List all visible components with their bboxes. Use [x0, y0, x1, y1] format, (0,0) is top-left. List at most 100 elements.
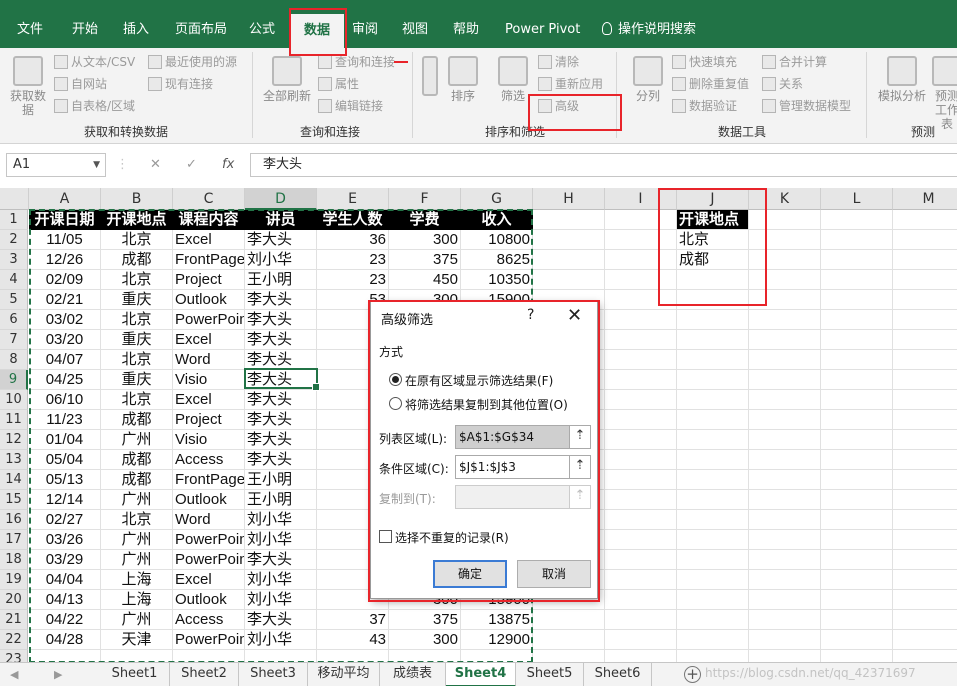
cell[interactable]: [605, 410, 677, 430]
cell[interactable]: 03/29: [29, 550, 101, 570]
tab-file[interactable]: 文件: [17, 12, 43, 48]
row-header[interactable]: 20: [0, 590, 28, 610]
tab-review[interactable]: 审阅: [352, 12, 378, 48]
cell[interactable]: 刘小华: [245, 530, 317, 550]
cell[interactable]: [389, 650, 461, 662]
cell[interactable]: [605, 210, 677, 230]
row-header[interactable]: 4: [0, 270, 28, 290]
row-header[interactable]: 1: [0, 210, 28, 230]
row-header[interactable]: 7: [0, 330, 28, 350]
cell[interactable]: [821, 290, 893, 310]
cell[interactable]: 天津: [101, 630, 173, 650]
cell[interactable]: [605, 250, 677, 270]
from-web-button[interactable]: 自网站: [54, 74, 107, 94]
tab-insert[interactable]: 插入: [123, 12, 149, 48]
cell[interactable]: 成都: [677, 250, 749, 270]
recent-sources-button[interactable]: 最近使用的源: [148, 52, 237, 72]
cell[interactable]: [605, 630, 677, 650]
cell[interactable]: 重庆: [101, 370, 173, 390]
cell[interactable]: [821, 550, 893, 570]
column-header[interactable]: M: [893, 188, 957, 210]
cell[interactable]: Excel: [173, 390, 245, 410]
cell[interactable]: [821, 510, 893, 530]
cell[interactable]: 学费: [389, 210, 461, 230]
cell[interactable]: [749, 210, 821, 230]
cell[interactable]: 收入: [461, 210, 533, 230]
cell[interactable]: Visio: [173, 430, 245, 450]
cell[interactable]: 重庆: [101, 330, 173, 350]
advanced-filter-button[interactable]: 高级: [538, 96, 579, 116]
cell[interactable]: 开课地点: [677, 210, 749, 230]
cell[interactable]: [821, 210, 893, 230]
cell[interactable]: 李大头: [245, 370, 317, 390]
cell[interactable]: [893, 570, 957, 590]
cell[interactable]: 成都: [101, 410, 173, 430]
cell[interactable]: [533, 650, 605, 662]
cell[interactable]: 01/04: [29, 430, 101, 450]
cell[interactable]: Excel: [173, 230, 245, 250]
cell[interactable]: [677, 290, 749, 310]
cell[interactable]: 刘小华: [245, 630, 317, 650]
cell[interactable]: Outlook: [173, 490, 245, 510]
cell[interactable]: [893, 350, 957, 370]
cell[interactable]: 刘小华: [245, 590, 317, 610]
cell[interactable]: 10800: [461, 230, 533, 250]
cell[interactable]: [677, 370, 749, 390]
cell[interactable]: [821, 430, 893, 450]
cell[interactable]: 23: [317, 270, 389, 290]
cell[interactable]: [749, 310, 821, 330]
column-header[interactable]: K: [749, 188, 821, 210]
cell[interactable]: 李大头: [245, 610, 317, 630]
cell[interactable]: [821, 470, 893, 490]
cell[interactable]: [677, 630, 749, 650]
cell[interactable]: 02/09: [29, 270, 101, 290]
cell[interactable]: [893, 270, 957, 290]
cell[interactable]: [677, 330, 749, 350]
cell[interactable]: [245, 650, 317, 662]
cell[interactable]: [749, 490, 821, 510]
cell[interactable]: [893, 650, 957, 662]
row-header[interactable]: 15: [0, 490, 28, 510]
cell[interactable]: [605, 390, 677, 410]
sheet-tab[interactable]: Sheet5: [516, 663, 584, 686]
cell[interactable]: [821, 630, 893, 650]
column-header[interactable]: D: [245, 188, 317, 210]
row-header[interactable]: 9: [0, 370, 28, 390]
cell[interactable]: [605, 370, 677, 390]
cell[interactable]: [893, 430, 957, 450]
sheet-tab[interactable]: 成绩表: [380, 663, 446, 686]
close-icon[interactable]: ✕: [567, 305, 582, 326]
cell[interactable]: 300: [389, 230, 461, 250]
cell[interactable]: 03/26: [29, 530, 101, 550]
cell[interactable]: [893, 370, 957, 390]
cell[interactable]: [821, 250, 893, 270]
cell[interactable]: [893, 390, 957, 410]
cell[interactable]: Excel: [173, 570, 245, 590]
cell[interactable]: 讲员: [245, 210, 317, 230]
cell[interactable]: 李大头: [245, 430, 317, 450]
cell[interactable]: [749, 650, 821, 662]
cell[interactable]: 北京: [677, 230, 749, 250]
data-model-button[interactable]: 管理数据模型: [762, 96, 851, 116]
cell[interactable]: [677, 610, 749, 630]
cell[interactable]: [533, 210, 605, 230]
cell[interactable]: 12/14: [29, 490, 101, 510]
cell[interactable]: 23: [317, 250, 389, 270]
cell[interactable]: 李大头: [245, 550, 317, 570]
cell[interactable]: [605, 530, 677, 550]
cell[interactable]: [821, 570, 893, 590]
consolidate-button[interactable]: 合并计算: [762, 52, 827, 72]
cell[interactable]: 37: [317, 610, 389, 630]
unique-records-checkbox[interactable]: [379, 530, 392, 543]
range-picker-icon[interactable]: ⇡: [569, 455, 591, 479]
cell[interactable]: [677, 650, 749, 662]
cell[interactable]: [821, 530, 893, 550]
cell[interactable]: 李大头: [245, 290, 317, 310]
cell[interactable]: 12/26: [29, 250, 101, 270]
cell[interactable]: 李大头: [245, 390, 317, 410]
cell[interactable]: 广州: [101, 430, 173, 450]
cell[interactable]: [749, 510, 821, 530]
cell[interactable]: 广州: [101, 550, 173, 570]
cell[interactable]: 王小明: [245, 470, 317, 490]
from-text-button[interactable]: 从文本/CSV: [54, 52, 135, 72]
